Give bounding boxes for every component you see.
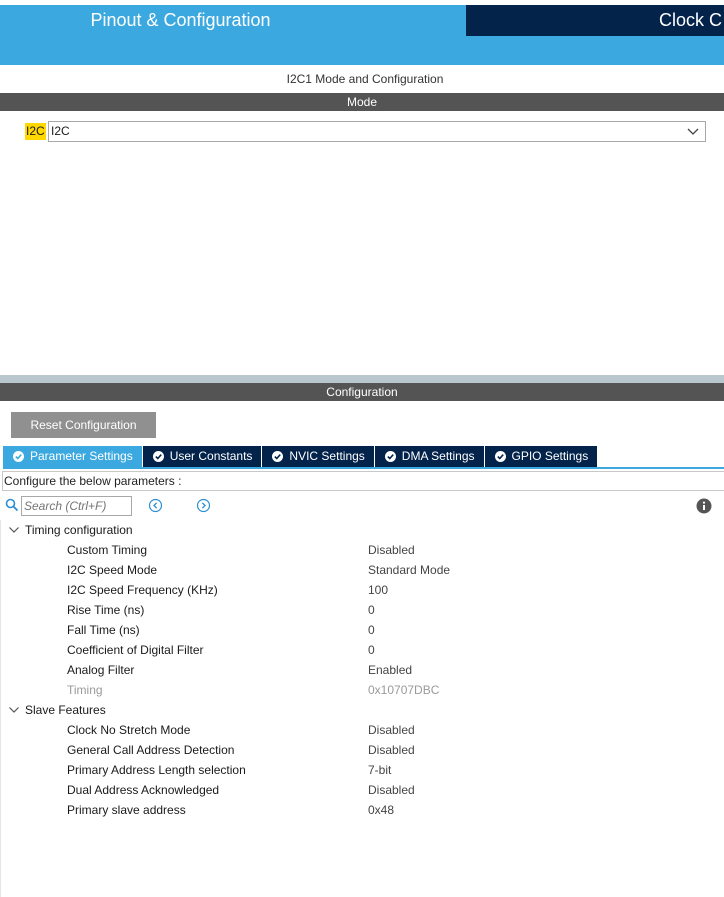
tree-group[interactable]: Slave Features <box>8 700 106 720</box>
search-icon <box>5 498 19 512</box>
tab-gpio-settings[interactable]: GPIO Settings <box>484 446 599 467</box>
tab-label: User Constants <box>169 449 253 463</box>
tab-pinout-configuration[interactable]: Pinout & Configuration <box>0 5 465 36</box>
parameter-name: Coefficient of Digital Filter <box>67 643 204 657</box>
chevron-down-icon <box>9 527 19 533</box>
parameter-row[interactable]: Analog Filter Enabled <box>0 660 724 680</box>
tab-nvic-settings[interactable]: NVIC Settings <box>262 446 375 467</box>
tab-label: Parameter Settings <box>30 449 133 463</box>
parameter-row[interactable]: I2C Speed Mode Standard Mode <box>0 560 724 580</box>
parameter-name: General Call Address Detection <box>67 743 235 757</box>
panel-splitter[interactable] <box>0 375 724 383</box>
config-tabs: Parameter Settings User Constants NVIC Set… <box>3 446 599 467</box>
parameter-name: Rise Time (ns) <box>67 603 145 617</box>
check-circle-icon <box>384 451 396 462</box>
tree-group-label: Timing configuration <box>25 523 133 537</box>
mode-field-label: I2C <box>25 123 46 140</box>
parameter-name: Custom Timing <box>67 543 148 557</box>
next-result-icon[interactable] <box>196 498 211 513</box>
parameter-row[interactable]: I2C Speed Frequency (KHz) 100 <box>0 580 724 600</box>
configuration-section-header: Configuration <box>0 383 724 401</box>
check-circle-icon <box>272 451 284 462</box>
tab-user-constants[interactable]: User Constants <box>142 446 263 467</box>
parameter-name: Timing <box>67 683 103 697</box>
parameter-row[interactable]: Primary Address Length selection 7-bit <box>0 760 724 780</box>
parameter-row[interactable]: Custom Timing Disabled <box>0 540 724 560</box>
parameter-value[interactable]: Disabled <box>368 720 415 740</box>
parameter-value[interactable]: Enabled <box>368 660 412 680</box>
parameter-value[interactable]: 100 <box>368 580 388 600</box>
panel-title: I2C1 Mode and Configuration <box>286 72 444 86</box>
config-caption: Configure the below parameters : <box>2 471 724 491</box>
parameter-name: Primary Address Length selection <box>67 763 246 777</box>
tree-group[interactable]: Timing configuration <box>8 520 133 540</box>
tab-label: GPIO Settings <box>511 449 589 463</box>
mode-select[interactable]: I2C <box>48 121 706 142</box>
check-circle-icon <box>152 451 164 462</box>
parameter-value[interactable]: 0 <box>368 620 375 640</box>
parameter-row[interactable]: Primary slave address 0x48 <box>0 800 724 820</box>
parameter-name: Analog Filter <box>67 663 135 677</box>
parameter-value[interactable]: Disabled <box>368 780 415 800</box>
parameter-value[interactable]: 0x10707DBC <box>368 680 439 700</box>
parameter-row[interactable]: General Call Address Detection Disabled <box>0 740 724 760</box>
tab-clock-configuration[interactable]: Clock C <box>466 5 724 36</box>
parameter-name: I2C Speed Mode <box>67 563 158 577</box>
search-input[interactable] <box>21 496 132 516</box>
previous-result-icon[interactable] <box>148 498 163 513</box>
chevron-down-icon <box>9 707 19 713</box>
parameter-value[interactable]: 0 <box>368 640 375 660</box>
parameter-name: Primary slave address <box>67 803 186 817</box>
parameter-value[interactable]: 0x48 <box>368 800 394 820</box>
parameter-row[interactable]: Rise Time (ns) 0 <box>0 600 724 620</box>
tab-label: NVIC Settings <box>289 449 365 463</box>
parameter-row[interactable]: Coefficient of Digital Filter 0 <box>0 640 724 660</box>
parameter-name: Clock No Stretch Mode <box>67 723 191 737</box>
tab-dma-settings[interactable]: DMA Settings <box>374 446 485 467</box>
reset-configuration-button[interactable]: Reset Configuration <box>11 412 156 438</box>
tree-group-label: Slave Features <box>25 703 106 717</box>
parameter-row[interactable]: Fall Time (ns) 0 <box>0 620 724 640</box>
parameter-value[interactable]: 0 <box>368 600 375 620</box>
parameter-value[interactable]: Disabled <box>368 540 415 560</box>
chevron-down-icon <box>687 128 699 135</box>
parameter-name: Dual Address Acknowledged <box>67 783 220 797</box>
parameter-row[interactable]: Dual Address Acknowledged Disabled <box>0 780 724 800</box>
info-icon[interactable] <box>696 498 712 514</box>
parameter-name: Fall Time (ns) <box>67 623 140 637</box>
mode-select-value: I2C <box>51 124 70 138</box>
check-circle-icon <box>494 451 506 462</box>
tab-parameter-settings[interactable]: Parameter Settings <box>3 446 143 467</box>
parameter-value[interactable]: Disabled <box>368 740 415 760</box>
parameter-row[interactable]: Timing 0x10707DBC <box>0 680 724 700</box>
mode-section-header: Mode <box>0 93 724 111</box>
parameter-row[interactable]: Clock No Stretch Mode Disabled <box>0 720 724 740</box>
tab-label: DMA Settings <box>401 449 475 463</box>
parameter-value[interactable]: Standard Mode <box>368 560 450 580</box>
parameter-name: I2C Speed Frequency (KHz) <box>67 583 218 597</box>
parameter-value[interactable]: 7-bit <box>368 760 391 780</box>
check-circle-icon <box>13 451 24 462</box>
tabs-underline <box>3 467 724 469</box>
